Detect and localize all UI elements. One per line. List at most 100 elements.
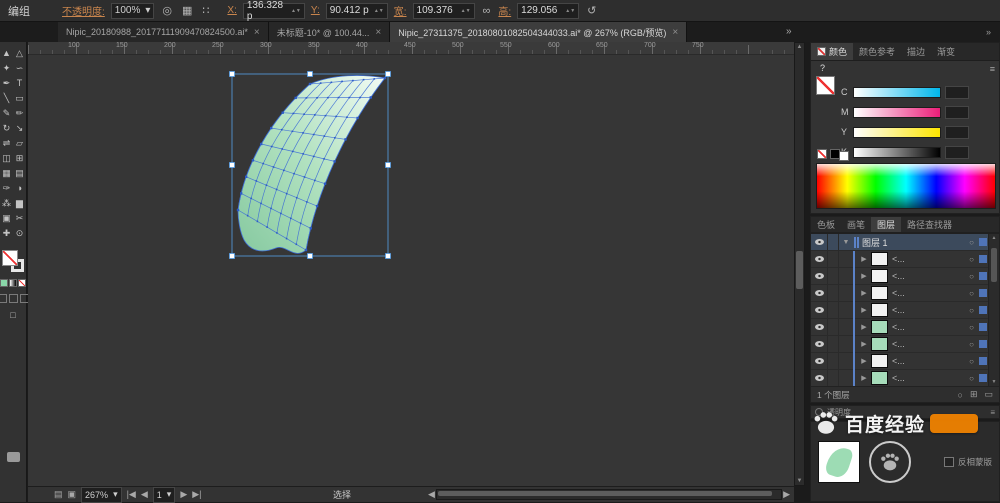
mesh-anchor-point[interactable] (252, 159, 254, 161)
lock-cell[interactable] (828, 319, 839, 335)
expand-triangle-icon[interactable]: ▶ (859, 255, 869, 263)
next-artboard-icon[interactable]: ▶ (180, 489, 187, 500)
layer-row[interactable]: ▶<...○ (811, 336, 999, 353)
constrain-proportions-icon[interactable]: ∞ (483, 5, 491, 17)
layer-row[interactable]: ▶<...○ (811, 285, 999, 302)
channel-slider[interactable] (853, 107, 941, 118)
draw-behind-button[interactable] (9, 294, 18, 303)
target-icon[interactable]: ○ (966, 289, 977, 298)
style-circle-icon[interactable]: ◎ (162, 4, 172, 17)
mesh-anchor-point[interactable] (316, 205, 318, 207)
mesh-anchor-point[interactable] (352, 80, 354, 82)
mesh-anchor-point[interactable] (370, 96, 372, 98)
magic-wand-tool[interactable]: ✦ (0, 61, 13, 76)
gradient-button[interactable] (9, 279, 17, 287)
channel-slider[interactable] (853, 147, 941, 158)
panel-tab-色板[interactable]: 色板 (811, 217, 841, 232)
expand-triangle-icon[interactable]: ▶ (859, 340, 869, 348)
fill-stroke-indicator[interactable] (2, 250, 24, 272)
mesh-anchor-point[interactable] (324, 183, 326, 185)
mesh-anchor-point[interactable] (257, 221, 259, 223)
mesh-anchor-point[interactable] (266, 184, 268, 186)
mesh-anchor-point[interactable] (324, 135, 326, 137)
mesh-anchor-point[interactable] (292, 131, 294, 133)
pencil-tool[interactable]: ✏ (13, 106, 26, 121)
mesh-anchor-point[interactable] (313, 156, 315, 158)
fill-swatch-none[interactable] (2, 250, 18, 266)
mesh-anchor-point[interactable] (314, 114, 316, 116)
mesh-anchor-point[interactable] (245, 176, 247, 178)
visibility-cell[interactable] (811, 302, 828, 318)
target-icon[interactable]: ○ (966, 340, 977, 349)
fill-proxy-none-swatch[interactable] (816, 76, 835, 95)
none-button[interactable] (18, 279, 26, 287)
rectangle-tool[interactable]: ▭ (13, 91, 26, 106)
width-input[interactable]: 109.376▲▼ (413, 3, 475, 19)
expand-triangle-icon[interactable]: ▼ (841, 239, 851, 246)
type-tool[interactable]: T (13, 76, 26, 91)
artboard-tool[interactable]: ▣ (0, 211, 13, 226)
expand-triangle-icon[interactable]: ▶ (859, 374, 869, 382)
mesh-anchor-point[interactable] (290, 218, 292, 220)
scroll-down-icon[interactable]: ▼ (989, 379, 999, 385)
layer-row[interactable]: ▶<...○ (811, 302, 999, 319)
selection-handle[interactable] (386, 254, 391, 259)
x-input[interactable]: 136.328 p▲▼ (243, 3, 305, 19)
mesh-anchor-point[interactable] (306, 97, 308, 99)
expand-triangle-icon[interactable]: ▶ (859, 272, 869, 280)
mesh-anchor-point[interactable] (283, 170, 285, 172)
panel-tab-路径查找器[interactable]: 路径查找器 (901, 217, 958, 232)
mesh-anchor-point[interactable] (296, 244, 298, 246)
height-input[interactable]: 129.056▲▼ (517, 3, 579, 19)
spinner-icon[interactable]: ▲▼ (291, 9, 301, 13)
mesh-anchor-point[interactable] (310, 227, 312, 229)
mesh-anchor-point[interactable] (293, 173, 295, 175)
document-tab[interactable]: Nipic_27311375_20180801082504344033.ai* … (390, 22, 687, 42)
lock-cell[interactable] (828, 251, 839, 267)
width-tool[interactable]: ⇌ (0, 136, 13, 151)
artboard-nav-icon[interactable]: ▤ (54, 489, 63, 500)
expand-triangle-icon[interactable]: ▶ (859, 289, 869, 297)
recolor-artwork-icon[interactable]: ▦ (182, 4, 192, 17)
channel-slider[interactable] (853, 87, 941, 98)
mesh-anchor-point[interactable] (344, 138, 346, 140)
scroll-down-icon[interactable]: ▼ (795, 478, 804, 484)
panel-tab-描边[interactable]: 描边 (901, 43, 931, 60)
mesh-anchor-point[interactable] (305, 249, 307, 251)
lock-cell[interactable] (828, 370, 839, 386)
close-icon[interactable]: × (375, 27, 381, 38)
artboard-nav-icon[interactable]: ▣ (68, 489, 77, 500)
invert-mask-checkbox-row[interactable]: 反相蒙版 (944, 456, 992, 468)
mesh-anchor-point[interactable] (374, 78, 376, 80)
mesh-anchor-point[interactable] (282, 112, 284, 114)
mesh-anchor-point[interactable] (331, 82, 333, 84)
line-segment-tool[interactable]: ╲ (0, 91, 13, 106)
mesh-anchor-point[interactable] (286, 193, 288, 195)
channel-value-input[interactable] (945, 126, 969, 139)
lock-cell[interactable] (828, 268, 839, 284)
mesh-anchor-point[interactable] (260, 203, 262, 205)
layers-scroll-thumb[interactable] (991, 248, 997, 282)
vertical-scrollbar[interactable]: ▲ ▼ (794, 42, 805, 486)
close-icon[interactable]: × (672, 27, 678, 38)
mesh-anchor-point[interactable] (333, 160, 335, 162)
lock-cell[interactable] (828, 336, 839, 352)
opacity-select[interactable]: 100% ▾ (111, 3, 155, 19)
target-icon[interactable]: ○ (966, 272, 977, 281)
tab-overflow-icon[interactable]: » (786, 26, 792, 37)
help-icon[interactable]: ? (820, 63, 825, 73)
mesh-anchor-point[interactable] (266, 226, 268, 228)
mesh-anchor-point[interactable] (327, 97, 329, 99)
align-icon[interactable]: ∷ (202, 4, 209, 17)
panel-tab-图层[interactable]: 图层 (871, 217, 901, 232)
hand-tool[interactable]: ✚ (0, 226, 13, 241)
expand-triangle-icon[interactable]: ▶ (859, 357, 869, 365)
symbol-sprayer-tool[interactable]: ⁂ (0, 196, 13, 211)
eyedropper-tool[interactable]: ✑ (0, 181, 13, 196)
transform-icon[interactable]: ↺ (587, 4, 596, 17)
visibility-cell[interactable] (811, 234, 828, 250)
mesh-anchor-point[interactable] (281, 148, 283, 150)
layers-scrollbar[interactable]: ▲ ▼ (988, 234, 999, 386)
mesh-anchor-point[interactable] (325, 115, 327, 117)
panel-tab-画笔[interactable]: 画笔 (841, 217, 871, 232)
